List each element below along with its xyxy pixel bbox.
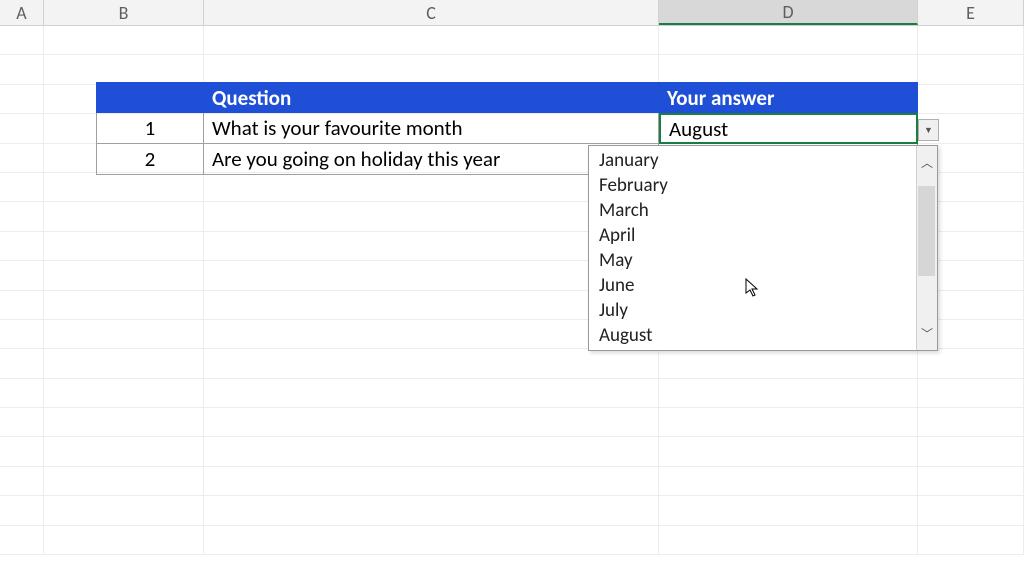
row-number[interactable]: 2 [96, 144, 204, 175]
dropdown-item[interactable]: August [589, 323, 916, 348]
col-header-A[interactable]: A [0, 0, 44, 25]
dropdown-item[interactable]: June [589, 273, 916, 298]
dropdown-item[interactable]: January [589, 148, 916, 173]
table-header-empty [96, 82, 204, 113]
row-number[interactable]: 1 [96, 113, 204, 144]
col-header-D[interactable]: D [659, 0, 918, 25]
dropdown-scrollbar[interactable]: ︿ ﹀ [916, 146, 937, 350]
dropdown-arrow-button[interactable]: ▼ [918, 119, 939, 141]
column-headers-row: A B C D E [0, 0, 1024, 26]
dropdown-item[interactable]: July [589, 298, 916, 323]
answer-value: August [669, 116, 728, 142]
caret-down-icon: ▼ [924, 125, 933, 136]
col-header-B[interactable]: B [44, 0, 204, 25]
dropdown-item[interactable]: March [589, 198, 916, 223]
answer-cell-selected[interactable]: August ▼ [659, 113, 918, 144]
col-header-C[interactable]: C [204, 0, 659, 25]
dropdown-item[interactable]: May [589, 248, 916, 273]
dropdown-item[interactable]: February [589, 173, 916, 198]
question-cell[interactable]: What is your favourite month [204, 113, 659, 144]
scroll-up-icon[interactable]: ︿ [921, 150, 933, 175]
dropdown-item[interactable]: April [589, 223, 916, 248]
spreadsheet-grid: A B C D E Question Your answer 1 W [0, 0, 1024, 576]
scroll-thumb[interactable] [918, 186, 935, 276]
dropdown-list: January February March April May June Ju… [589, 146, 916, 350]
table-header-question[interactable]: Question [204, 82, 659, 113]
col-header-E[interactable]: E [918, 0, 1024, 25]
table-row: 1 What is your favourite month August ▼ [0, 113, 918, 144]
table-header-answer[interactable]: Your answer [659, 82, 918, 113]
data-validation-dropdown[interactable]: January February March April May June Ju… [588, 145, 938, 351]
scroll-down-icon[interactable]: ﹀ [921, 321, 933, 346]
table-header-row: Question Your answer [0, 82, 918, 113]
